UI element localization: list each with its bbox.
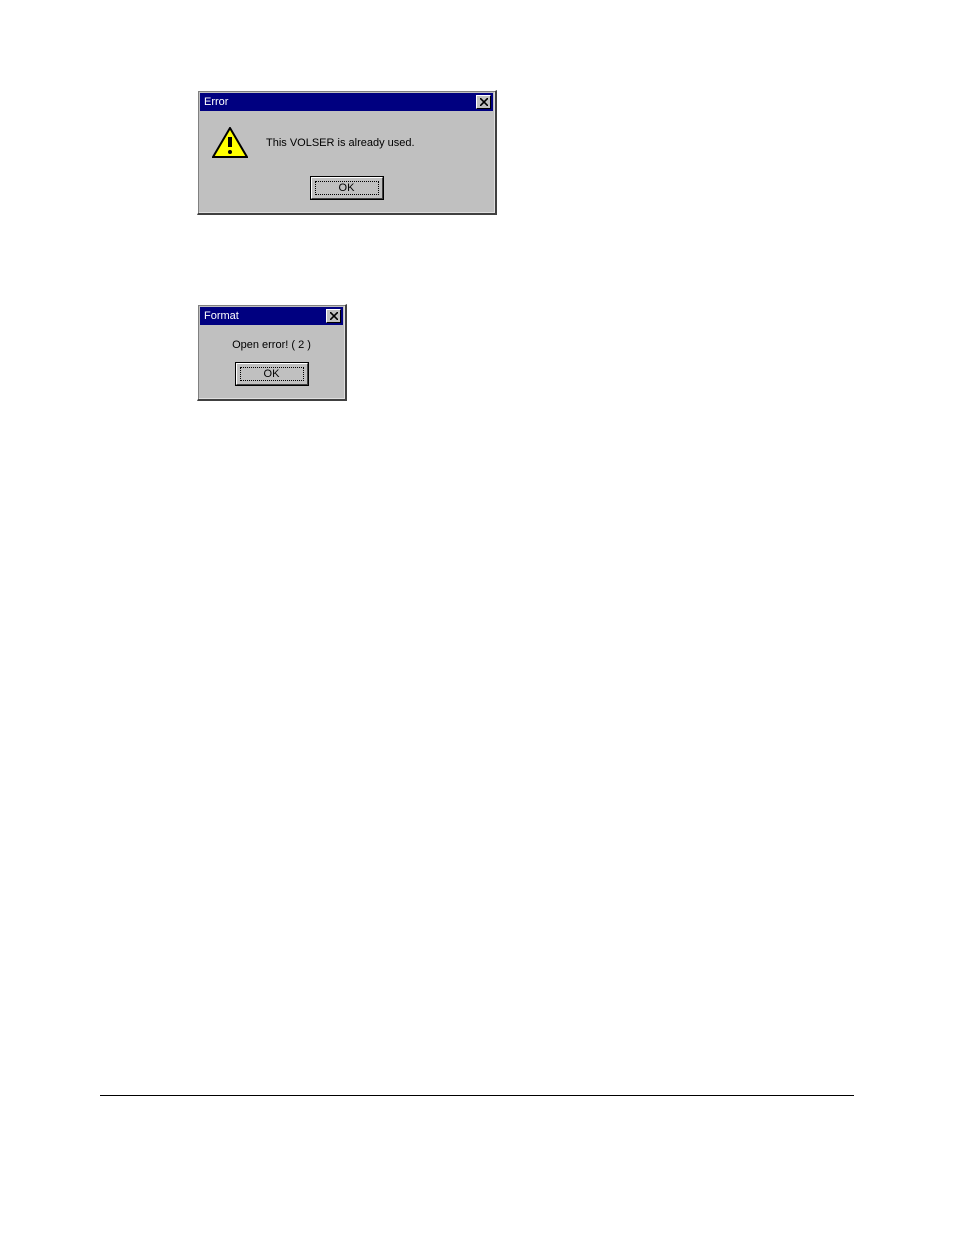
- ok-label: OK: [339, 182, 355, 194]
- format-body: Open error! ( 2 ): [198, 327, 345, 359]
- close-icon: [480, 98, 488, 106]
- close-icon: [330, 312, 338, 320]
- format-title: Format: [204, 310, 239, 322]
- error-body: This VOLSER is already used.: [198, 113, 495, 173]
- format-titlebar: Format: [200, 307, 343, 325]
- format-message: Open error! ( 2 ): [232, 339, 311, 351]
- error-titlebar: Error: [200, 93, 493, 111]
- footer-divider: [100, 1095, 854, 1096]
- error-title: Error: [204, 96, 228, 108]
- error-button-row: OK: [198, 173, 495, 213]
- close-button[interactable]: [476, 95, 491, 109]
- ok-button[interactable]: OK: [311, 177, 383, 199]
- format-dialog: Format Open error! ( 2 ) OK: [197, 304, 347, 401]
- format-button-row: OK: [198, 359, 345, 399]
- close-button[interactable]: [326, 309, 341, 323]
- warning-icon: [212, 127, 248, 159]
- ok-label: OK: [264, 368, 280, 380]
- ok-button[interactable]: OK: [236, 363, 308, 385]
- error-message: This VOLSER is already used.: [266, 137, 415, 149]
- error-dialog: Error This VOLSER is already used. OK: [197, 90, 497, 215]
